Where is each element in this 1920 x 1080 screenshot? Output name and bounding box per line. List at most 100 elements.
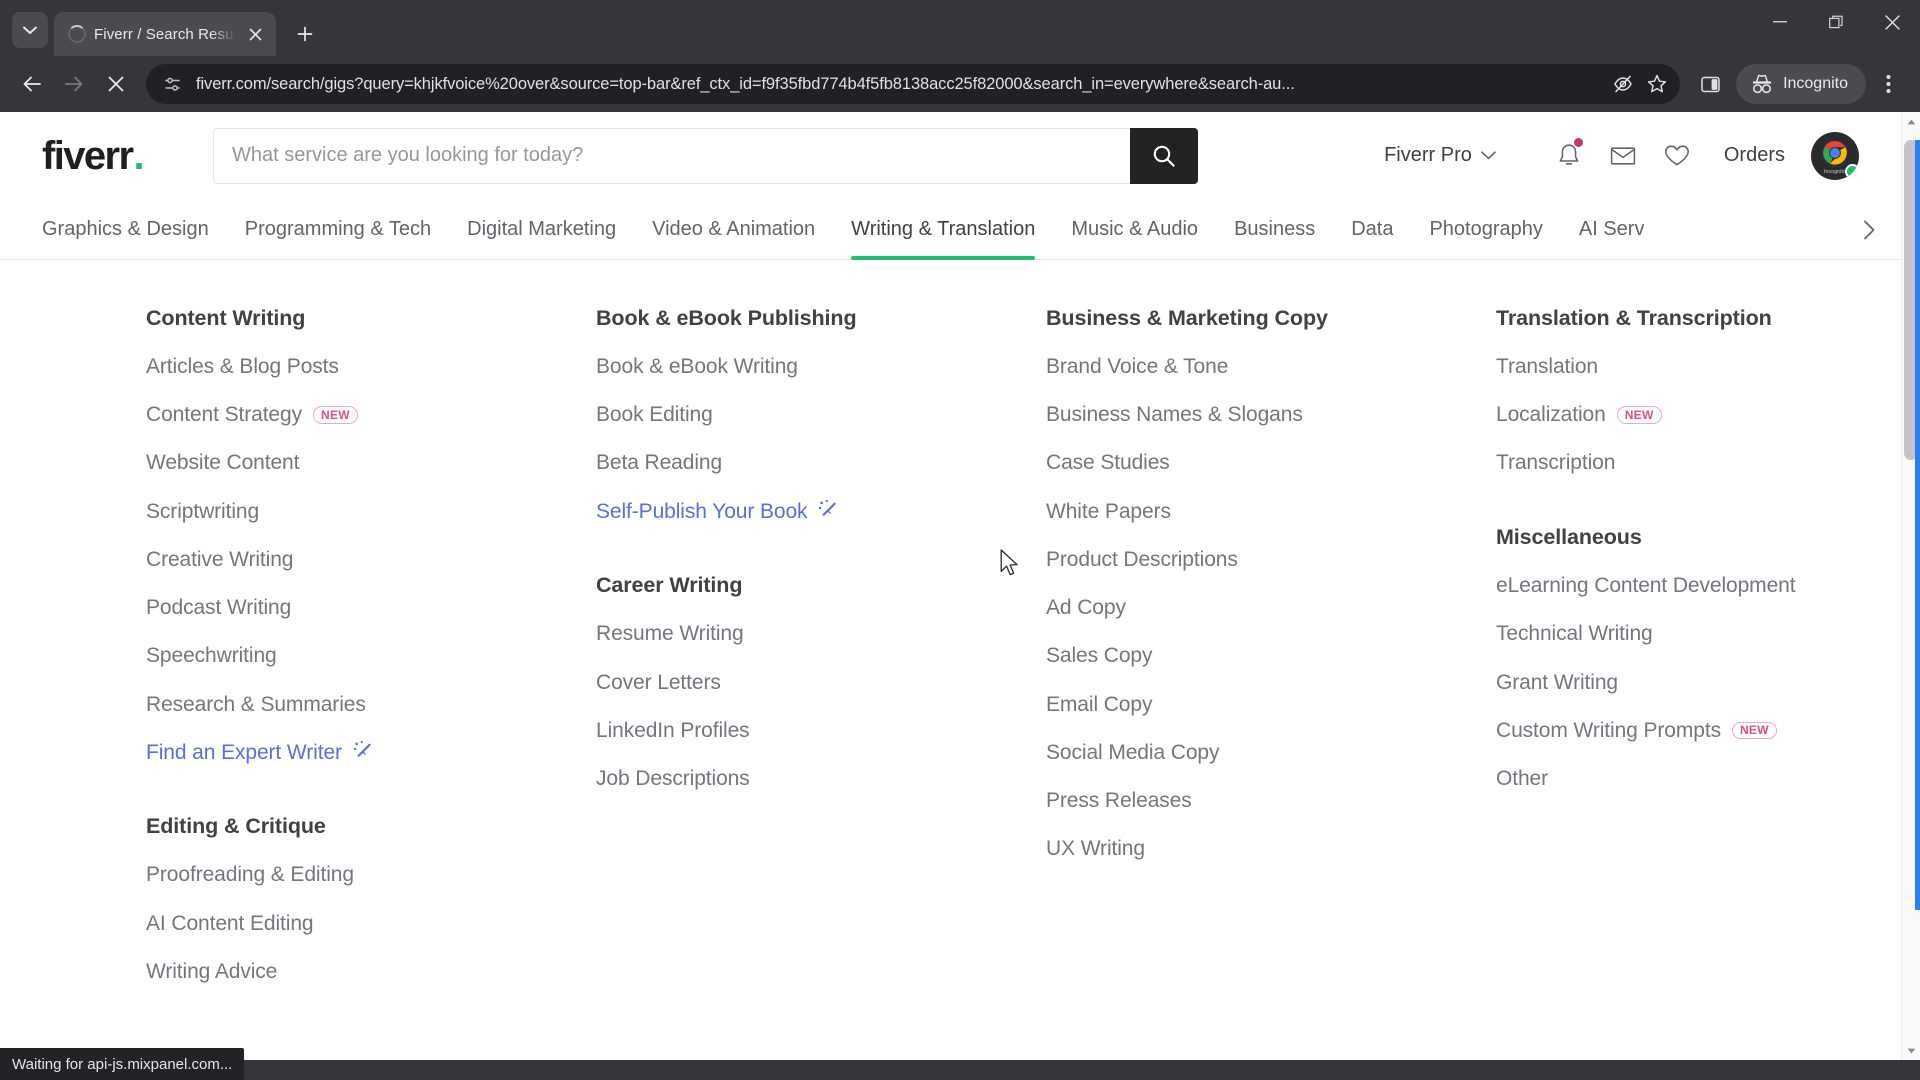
- envelope-icon: [1610, 146, 1636, 165]
- mega-menu-item[interactable]: Resume Writing: [596, 620, 976, 648]
- mega-menu-item[interactable]: Product Descriptions: [1046, 546, 1446, 574]
- chrome-menu-button[interactable]: [1868, 64, 1908, 104]
- category-nav-item[interactable]: Programming & Tech: [245, 200, 431, 259]
- mega-menu-item[interactable]: Sales Copy: [1046, 642, 1446, 670]
- forward-button[interactable]: [54, 64, 94, 104]
- mega-menu-item[interactable]: Transcription: [1496, 449, 1856, 477]
- new-badge: NEW: [1731, 721, 1777, 740]
- mega-menu-item[interactable]: Content Strategy NEW: [146, 401, 526, 429]
- category-nav-item[interactable]: AI Serv: [1579, 200, 1645, 259]
- category-nav-item[interactable]: Digital Marketing: [467, 200, 616, 259]
- window-controls: [1752, 0, 1920, 44]
- mega-menu-item[interactable]: Job Descriptions: [596, 765, 976, 793]
- fiverr-pro-menu[interactable]: Fiverr Pro: [1384, 144, 1496, 167]
- mega-menu-item[interactable]: Proofreading & Editing: [146, 861, 526, 889]
- mega-menu-item[interactable]: Case Studies: [1046, 449, 1446, 477]
- mega-menu-item[interactable]: Articles & Blog Posts: [146, 353, 526, 381]
- mega-menu-item[interactable]: Cover Letters: [596, 669, 976, 697]
- favorites-button[interactable]: [1650, 134, 1704, 178]
- category-nav-next-button[interactable]: [1849, 200, 1889, 259]
- scroll-up-button[interactable]: [1902, 112, 1920, 131]
- tab-search-button[interactable]: [12, 12, 48, 48]
- browser-window: Fiverr / Search Results for 'khjkf: [0, 0, 1920, 1080]
- orders-link[interactable]: Orders: [1724, 144, 1785, 167]
- fiverr-logo[interactable]: fiverr.: [42, 136, 145, 176]
- mega-menu-column: Book & eBook Publishing Book & eBook Writ…: [596, 306, 976, 793]
- mega-menu-item[interactable]: Custom Writing Prompts NEW: [1496, 717, 1856, 745]
- mega-menu-item[interactable]: Technical Writing: [1496, 620, 1856, 648]
- maximize-restore-button[interactable]: [1808, 0, 1864, 44]
- mega-menu-item[interactable]: Website Content: [146, 449, 526, 477]
- new-tab-button[interactable]: [288, 17, 322, 51]
- incognito-indicator[interactable]: Incognito: [1736, 64, 1866, 104]
- tracking-protection-icon[interactable]: [1608, 69, 1638, 99]
- mega-menu-item[interactable]: Self-Publish Your Book: [596, 498, 976, 526]
- mega-menu-item[interactable]: eLearning Content Development: [1496, 572, 1856, 600]
- close-tab-button[interactable]: [244, 23, 266, 45]
- mega-menu-item[interactable]: Press Releases: [1046, 787, 1446, 815]
- mega-menu-item[interactable]: Beta Reading: [596, 449, 976, 477]
- mega-menu-column: Content Writing Articles & Blog Posts Cont…: [146, 306, 526, 986]
- chrome-logo-icon: [1820, 138, 1850, 167]
- mega-menu-item[interactable]: Speechwriting: [146, 642, 526, 670]
- mega-menu-item[interactable]: LinkedIn Profiles: [596, 717, 976, 745]
- mega-menu-item[interactable]: Find an Expert Writer: [146, 739, 526, 767]
- category-mega-menu: Content Writing Articles & Blog Posts Cont…: [0, 260, 1901, 1060]
- plus-icon: [297, 26, 313, 42]
- category-nav-item[interactable]: Business: [1234, 200, 1315, 259]
- address-bar[interactable]: fiverr.com/search/gigs?query=khjkfvoice%…: [146, 64, 1681, 104]
- mega-menu-item[interactable]: Business Names & Slogans: [1046, 401, 1446, 429]
- messages-button[interactable]: [1596, 134, 1650, 178]
- mega-menu-item[interactable]: Ad Copy: [1046, 594, 1446, 622]
- mega-menu-item-label: Research & Summaries: [146, 692, 366, 716]
- mega-menu-item[interactable]: Email Copy: [1046, 691, 1446, 719]
- mega-menu-item[interactable]: Book & eBook Writing: [596, 353, 976, 381]
- mega-menu-item-label: Translation: [1496, 355, 1599, 378]
- mega-menu-item-label: Product Descriptions: [1046, 547, 1238, 571]
- mega-menu-item-label: Case Studies: [1046, 451, 1170, 475]
- browser-tab[interactable]: Fiverr / Search Results for 'khjkf: [54, 12, 276, 56]
- scroll-down-button[interactable]: [1902, 1041, 1920, 1060]
- category-nav-item[interactable]: Graphics & Design: [42, 200, 209, 259]
- mega-menu-item[interactable]: AI Content Editing: [146, 910, 526, 938]
- close-window-button[interactable]: [1864, 0, 1920, 44]
- search-submit-button[interactable]: [1129, 127, 1198, 184]
- chevron-down-icon: [23, 26, 37, 34]
- mega-menu-item-label: Resume Writing: [596, 622, 744, 646]
- header-actions: Fiverr Pro Orders Incognito: [1384, 131, 1859, 180]
- back-button[interactable]: [12, 64, 52, 104]
- minimize-button[interactable]: [1752, 0, 1808, 44]
- mega-menu-item[interactable]: Scriptwriting: [146, 498, 526, 526]
- bookmark-button[interactable]: [1642, 69, 1672, 99]
- caret-down-icon: [1907, 1048, 1915, 1053]
- side-panel-icon: [1700, 76, 1720, 92]
- mega-menu-item[interactable]: UX Writing: [1046, 835, 1446, 863]
- avatar[interactable]: Incognito: [1811, 131, 1859, 180]
- mega-menu-item-label: Articles & Blog Posts: [146, 355, 339, 378]
- mega-menu-item[interactable]: Grant Writing: [1496, 669, 1856, 697]
- mega-menu-item[interactable]: Creative Writing: [146, 546, 526, 574]
- mega-menu-item[interactable]: Writing Advice: [146, 958, 526, 986]
- category-nav-item[interactable]: Data: [1351, 200, 1393, 259]
- mega-menu-group-heading: Miscellaneous: [1496, 525, 1642, 550]
- mega-menu-item-label: Beta Reading: [596, 451, 723, 475]
- mega-menu-item[interactable]: Research & Summaries: [146, 691, 526, 719]
- mega-menu-item[interactable]: White Papers: [1046, 498, 1446, 526]
- mega-menu-item[interactable]: Localization NEW: [1496, 401, 1856, 429]
- side-panel-button[interactable]: [1690, 64, 1730, 104]
- notifications-button[interactable]: [1542, 134, 1596, 178]
- category-nav-item[interactable]: Video & Animation: [652, 200, 815, 259]
- mega-menu-item[interactable]: Book Editing: [596, 401, 976, 429]
- mega-menu-item[interactable]: Other: [1496, 765, 1856, 793]
- search-input[interactable]: [212, 127, 1130, 184]
- category-nav-item[interactable]: Photography: [1429, 200, 1542, 259]
- mega-menu-item[interactable]: Social Media Copy: [1046, 739, 1446, 767]
- mega-menu-item[interactable]: Podcast Writing: [146, 594, 526, 622]
- category-nav-item[interactable]: Music & Audio: [1071, 200, 1198, 259]
- category-nav-item[interactable]: Writing & Translation: [851, 200, 1036, 260]
- stop-loading-button[interactable]: [96, 64, 136, 104]
- mega-menu-group: Career Writing Resume Writing Cover Letter…: [596, 573, 976, 792]
- site-settings-icon[interactable]: [158, 70, 186, 98]
- mega-menu-item[interactable]: Brand Voice & Tone: [1046, 353, 1446, 381]
- mega-menu-item[interactable]: Translation: [1496, 353, 1856, 381]
